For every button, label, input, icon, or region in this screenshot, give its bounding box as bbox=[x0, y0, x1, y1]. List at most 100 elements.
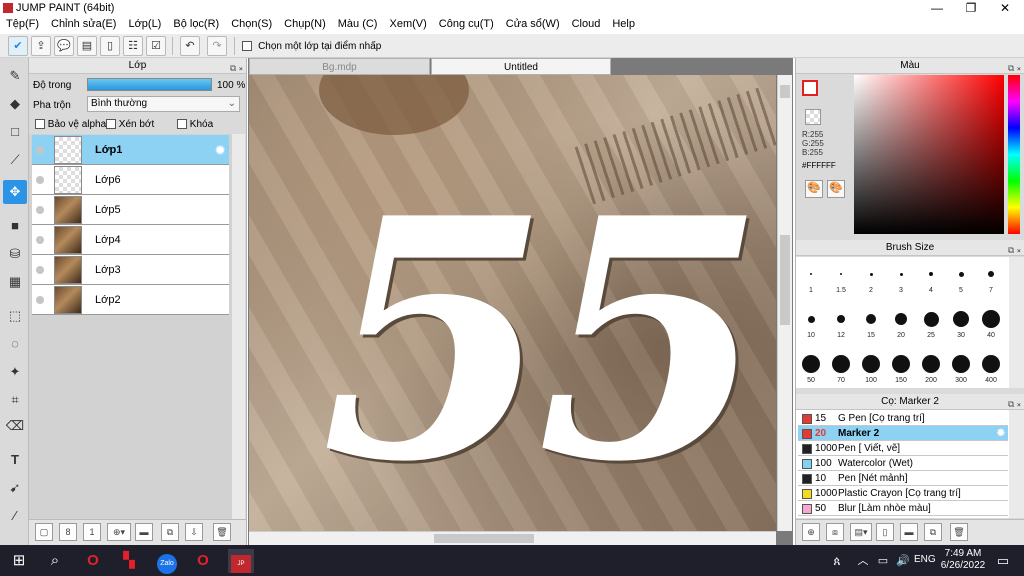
trash-icon[interactable]: 🗑 bbox=[213, 523, 231, 541]
layer-list-scrollbar[interactable] bbox=[232, 134, 245, 544]
volume-icon[interactable]: 🔊 bbox=[890, 549, 916, 573]
brush-duplicate-icon[interactable]: ⧉ bbox=[924, 523, 942, 541]
opacity-slider[interactable] bbox=[87, 78, 212, 91]
page-icon[interactable]: ▯ bbox=[100, 36, 120, 56]
panel-window-icons[interactable]: ⧉ ⨯ bbox=[230, 60, 243, 76]
clipping-checkbox[interactable] bbox=[106, 119, 116, 130]
menu-window[interactable]: Cửa sổ(W) bbox=[500, 16, 566, 32]
move-tool-icon[interactable]: ✥ bbox=[3, 180, 27, 204]
visibility-dot[interactable] bbox=[36, 236, 44, 244]
brush-size-option[interactable]: 3 bbox=[886, 261, 916, 294]
panel-window-icons[interactable]: ⧉ ⨯ bbox=[1008, 242, 1021, 258]
panel-window-icons[interactable]: ⧉ ⨯ bbox=[1008, 60, 1021, 76]
minimize-button[interactable]: — bbox=[920, 0, 954, 16]
visibility-dot[interactable] bbox=[36, 176, 44, 184]
folder-icon[interactable]: ▬ bbox=[135, 523, 153, 541]
lock-checkbox[interactable] bbox=[177, 119, 187, 130]
gear-icon[interactable]: ✹ bbox=[214, 142, 226, 159]
layer-row[interactable]: Lớp6 bbox=[32, 165, 229, 195]
brush-size-option[interactable]: 15 bbox=[856, 306, 886, 339]
people-icon[interactable]: ጰ bbox=[824, 549, 850, 573]
fill-rect-tool-icon[interactable]: ■ bbox=[3, 214, 27, 238]
canvas-vertical-scrollbar[interactable] bbox=[777, 75, 792, 531]
app-grid-icon[interactable]: ▚ bbox=[116, 549, 142, 573]
new-layer-icon[interactable]: ▢ bbox=[35, 523, 53, 541]
eraser-tool-icon[interactable]: ◆ bbox=[3, 92, 27, 116]
pick-layer-checkbox[interactable] bbox=[242, 41, 252, 52]
menu-select[interactable]: Chọn(S) bbox=[225, 16, 278, 32]
tab-bg[interactable]: Bg.mdp bbox=[249, 58, 430, 75]
menu-layer[interactable]: Lớp(L) bbox=[122, 16, 167, 32]
palette-edit-icon[interactable]: 🎨 bbox=[827, 180, 845, 198]
share-icon[interactable]: ⇪ bbox=[31, 36, 51, 56]
windows-start-icon[interactable]: ⊞ bbox=[6, 549, 32, 573]
menu-tools[interactable]: Công cụ(T) bbox=[433, 16, 500, 32]
canvas-horizontal-scrollbar[interactable] bbox=[249, 531, 776, 545]
maximize-button[interactable]: ❐ bbox=[954, 0, 988, 16]
scroll-up-arrow[interactable] bbox=[780, 85, 790, 98]
brush-size-option[interactable]: 12 bbox=[826, 306, 856, 339]
layer-row[interactable]: Lớp2 bbox=[32, 285, 229, 315]
brush-row[interactable]: 1000 Plastic Crayon [Cọ trang trí] bbox=[798, 486, 1008, 501]
select-pen-icon[interactable]: ⌗ bbox=[3, 388, 27, 412]
hue-slider[interactable] bbox=[1008, 75, 1020, 234]
layer-row[interactable]: Lớp1 ✹ bbox=[32, 135, 229, 165]
brush-row[interactable]: 20 Marker 2 ✹ bbox=[798, 426, 1008, 441]
brush-menu-icon[interactable]: ▤▾ bbox=[850, 523, 872, 541]
brush-row[interactable]: 100 Watercolor (Wet) bbox=[798, 456, 1008, 471]
brush-size-option[interactable]: 300 bbox=[946, 351, 976, 384]
brush-settings-icon[interactable]: ▯ bbox=[876, 523, 894, 541]
menu-capture[interactable]: Chụp(N) bbox=[278, 16, 332, 32]
brush-row[interactable]: 10 Pen [Nét mảnh] bbox=[798, 471, 1008, 486]
rect-select-icon[interactable]: ⬚ bbox=[3, 304, 27, 328]
brush-folder-icon[interactable]: ▬ bbox=[900, 523, 918, 541]
visibility-dot[interactable] bbox=[36, 266, 44, 274]
search-icon[interactable]: ⌕ bbox=[42, 549, 68, 573]
gear-icon[interactable]: ✹ bbox=[997, 426, 1005, 441]
brush-row[interactable]: 15 G Pen [Cọ trang trí] bbox=[798, 411, 1008, 426]
add-layer-menu-icon[interactable]: ⊕▾ bbox=[107, 523, 131, 541]
brush-row[interactable]: 50 Blur [Làm nhòe màu] bbox=[798, 501, 1008, 516]
brush-list-scrollbar[interactable] bbox=[1009, 410, 1024, 518]
new-layer-8bit-icon[interactable]: 8 bbox=[59, 523, 77, 541]
pick-layer-option[interactable]: Chọn một lớp tại điểm nhấp bbox=[242, 40, 381, 52]
transparent-color-swatch[interactable] bbox=[805, 109, 821, 125]
brush-size-option[interactable]: 30 bbox=[946, 306, 976, 339]
close-button[interactable]: ✕ bbox=[988, 0, 1022, 16]
checklist-icon[interactable]: ☑ bbox=[146, 36, 166, 56]
redo-icon[interactable]: ↷ bbox=[207, 36, 227, 56]
menu-edit[interactable]: Chỉnh sửa(E) bbox=[45, 16, 122, 32]
brush-size-option[interactable]: 1.5 bbox=[826, 261, 856, 294]
brush-add-icon[interactable]: ⊕ bbox=[802, 523, 820, 541]
menu-view[interactable]: Xem(V) bbox=[383, 16, 432, 32]
brush-size-option[interactable]: 4 bbox=[916, 261, 946, 294]
language-indicator[interactable]: ENG bbox=[914, 554, 936, 565]
select-eraser-icon[interactable]: ⌫ bbox=[3, 414, 27, 438]
menu-cloud[interactable]: Cloud bbox=[566, 16, 607, 32]
opera-icon[interactable]: O bbox=[80, 549, 106, 573]
notification-icon[interactable]: ▭ bbox=[990, 549, 1016, 573]
alpha-protect-checkbox[interactable] bbox=[35, 119, 45, 130]
lasso-icon[interactable]: ◌ bbox=[3, 332, 27, 356]
text-tool-icon[interactable]: T bbox=[3, 448, 27, 472]
canvas-artwork[interactable]: 55 bbox=[249, 75, 776, 531]
merge-down-icon[interactable]: ⇩ bbox=[185, 523, 203, 541]
clock[interactable]: 7:49 AM 6/26/2022 bbox=[940, 548, 986, 572]
operation-tool-icon[interactable]: ➹ bbox=[3, 476, 27, 500]
brush-size-option[interactable]: 20 bbox=[886, 306, 916, 339]
check-icon[interactable]: ✔ bbox=[8, 36, 28, 56]
brush-size-option[interactable]: 10 bbox=[796, 306, 826, 339]
palette-icon[interactable]: 🎨 bbox=[805, 180, 823, 198]
duplicate-layer-icon[interactable]: ⧉ bbox=[161, 523, 179, 541]
lock-option[interactable]: Khóa bbox=[177, 119, 213, 130]
color-picker-field[interactable] bbox=[854, 75, 1004, 234]
scroll-thumb[interactable] bbox=[780, 235, 790, 325]
line-tool-icon[interactable]: ⟋ bbox=[3, 148, 27, 172]
speech-bubble-icon[interactable]: 💬 bbox=[54, 36, 74, 56]
brush-size-scrollbar[interactable] bbox=[1009, 257, 1024, 388]
visibility-dot[interactable] bbox=[36, 206, 44, 214]
visibility-dot[interactable] bbox=[36, 296, 44, 304]
brush-paste-icon[interactable]: ⧈ bbox=[826, 523, 844, 541]
menu-filter[interactable]: Bộ lọc(R) bbox=[167, 16, 225, 32]
panel-layout-icon[interactable]: ☷ bbox=[123, 36, 143, 56]
